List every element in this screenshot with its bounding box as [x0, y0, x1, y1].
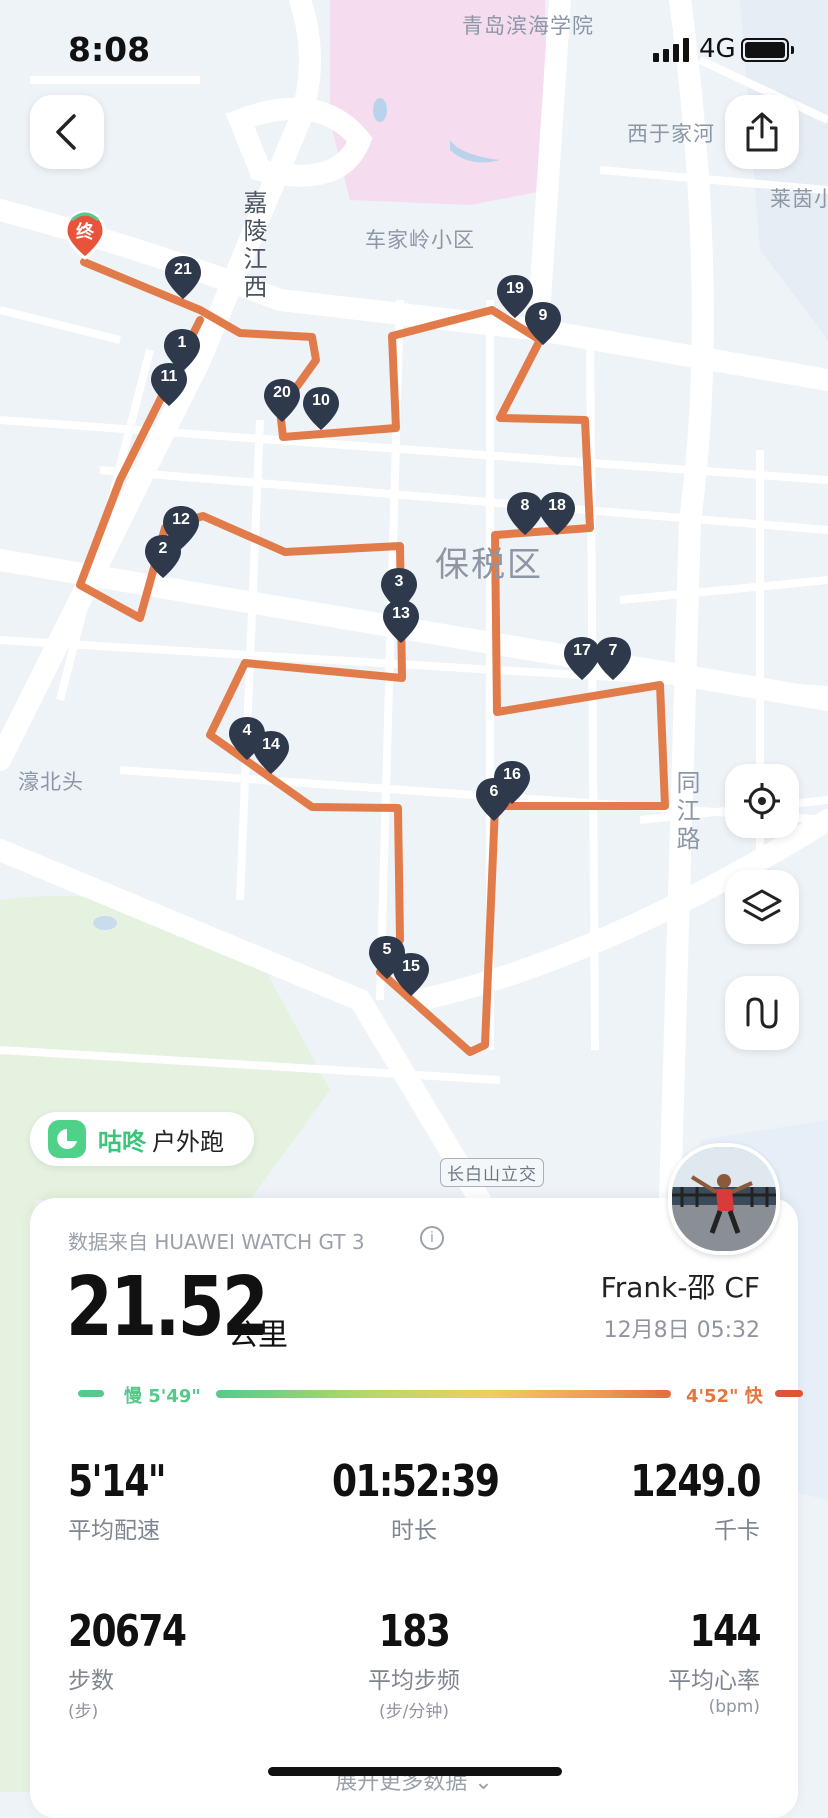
map-label-baoshui: 保税区: [435, 545, 543, 585]
avatar-photo: [672, 1147, 776, 1251]
km-marker[interactable]: 7: [594, 636, 632, 682]
stat-label: 平均配速: [68, 1518, 160, 1544]
end-marker[interactable]: 终: [64, 210, 106, 262]
locate-icon: [744, 783, 780, 819]
km-marker[interactable]: 11: [150, 362, 188, 408]
stat-heart-rate: 144 平均心率 (bpm): [668, 1606, 762, 1717]
distance-unit: 公里: [228, 1318, 288, 1353]
app-logo-icon: [48, 1120, 86, 1158]
stat-label: 平均心率: [668, 1668, 760, 1694]
info-icon[interactable]: i: [420, 1226, 444, 1250]
km-marker-label: 21: [174, 261, 192, 278]
network-type: 4G: [699, 34, 736, 64]
km-marker-label: 15: [402, 958, 420, 975]
km-marker-label: 9: [538, 307, 548, 324]
stat-label: 千卡: [714, 1518, 760, 1544]
app-brand-label: 咕咚: [98, 1127, 146, 1156]
status-bar: 8:08 4G: [0, 0, 828, 100]
data-source-label: 数据来自 HUAWEI WATCH GT 3: [68, 1230, 365, 1254]
avatar[interactable]: [668, 1143, 780, 1255]
km-marker-label: 18: [548, 497, 566, 514]
stat-value: 5'14": [68, 1456, 167, 1507]
map-label-haobeitou: 濠北头: [18, 770, 84, 794]
stat-sublabel: (步/分钟): [379, 1702, 449, 1722]
summary-card: 数据来自 HUAWEI WATCH GT 3 i 21.52 公里 Frank-…: [30, 1198, 803, 1818]
km-marker[interactable]: 16: [493, 760, 531, 806]
stat-label: 步数: [68, 1668, 114, 1694]
km-marker[interactable]: 20: [263, 378, 301, 424]
km-marker[interactable]: 15: [392, 952, 430, 998]
status-time: 8:08: [68, 30, 151, 69]
slow-pace-label: 慢 5'49": [124, 1386, 201, 1407]
fast-pace-swatch: [775, 1390, 803, 1397]
km-marker-label: 11: [160, 368, 178, 385]
stat-value: 1249.0: [630, 1456, 762, 1507]
stat-sublabel: (步): [68, 1702, 99, 1722]
layers-button[interactable]: [725, 870, 799, 944]
chevron-left-icon: [56, 114, 76, 150]
map-label-changbaishan: 长白山立交: [440, 1158, 544, 1187]
km-marker-label: 1: [177, 334, 187, 351]
km-marker-label: 13: [392, 605, 410, 622]
pace-legend: 慢 5'49" 4'52" 快: [54, 1380, 803, 1410]
km-marker[interactable]: 9: [524, 301, 562, 347]
slow-pace-swatch: [78, 1390, 104, 1397]
map-label-chejialing: 车家岭小区: [365, 228, 475, 252]
activity-datetime: 12月8日 05:32: [603, 1318, 760, 1343]
pace-gradient-bar: [216, 1390, 671, 1398]
stat-duration: 01:52:39 时长: [314, 1456, 514, 1545]
km-marker[interactable]: 10: [302, 386, 340, 432]
km-marker[interactable]: 2: [144, 534, 182, 580]
activity-type-label: 户外跑: [152, 1127, 224, 1156]
battery-icon: [741, 38, 794, 62]
signal-icon: [653, 38, 689, 62]
stat-value: 01:52:39: [332, 1456, 500, 1507]
km-marker[interactable]: 21: [164, 255, 202, 301]
km-marker-label: 2: [158, 540, 168, 557]
km-marker-label: 10: [312, 392, 330, 409]
map-label-tongjiang: 同江路: [672, 770, 700, 854]
stat-steps: 20674 步数 (步): [68, 1606, 211, 1722]
layers-icon: [742, 889, 782, 922]
fast-pace-label: 4'52" 快: [686, 1386, 763, 1407]
km-marker[interactable]: 18: [538, 491, 576, 537]
back-button[interactable]: [30, 95, 104, 169]
share-button[interactable]: [725, 95, 799, 169]
stat-sublabel: (bpm): [708, 1697, 760, 1717]
km-marker-label: 20: [273, 384, 291, 401]
km-marker-label: 12: [172, 511, 190, 528]
route-button[interactable]: [725, 976, 799, 1050]
locate-button[interactable]: [725, 764, 799, 838]
km-marker-label: 16: [503, 766, 521, 783]
stat-avg-pace: 5'14" 平均配速: [68, 1456, 186, 1545]
end-marker-label: 终: [76, 222, 94, 243]
km-marker[interactable]: 13: [382, 599, 420, 645]
stat-value: 20674: [68, 1606, 187, 1657]
map-label-xiyu: 西于家河: [627, 122, 715, 146]
stat-value: 183: [378, 1606, 451, 1657]
km-marker-label: 19: [506, 280, 524, 297]
km-marker-label: 3: [394, 573, 404, 590]
map-label-jialingjiang: 嘉陵江西: [239, 190, 267, 302]
user-name: Frank-邵 CF: [600, 1271, 760, 1304]
km-marker-label: 14: [262, 736, 280, 753]
home-indicator: [268, 1767, 562, 1776]
map-label-laiyin: 莱茵小: [770, 187, 828, 211]
stat-value: 144: [689, 1606, 762, 1657]
stat-label: 平均步频: [368, 1668, 460, 1694]
route-icon: [746, 997, 778, 1029]
stat-calories: 1249.0 千卡: [602, 1456, 762, 1545]
activity-type-pill: 咕咚 户外跑: [30, 1112, 254, 1166]
stat-cadence: 183 平均步频 (步/分钟): [314, 1606, 514, 1722]
share-icon: [746, 112, 778, 152]
stat-label: 时长: [391, 1518, 437, 1544]
km-marker[interactable]: 14: [252, 730, 290, 776]
km-marker-label: 7: [608, 642, 618, 659]
